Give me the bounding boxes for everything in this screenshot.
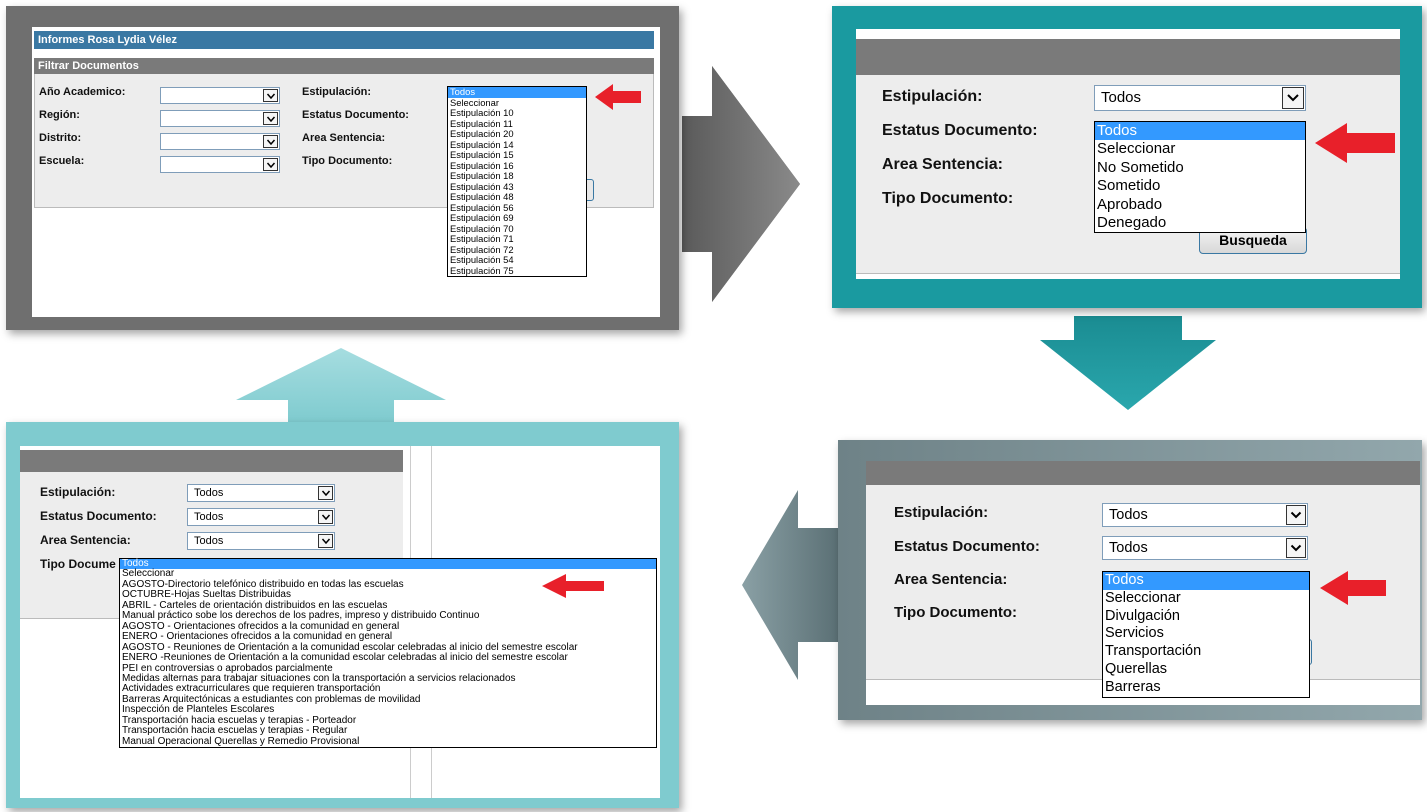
flow-arrow-right — [682, 66, 800, 302]
dropdown-option[interactable]: Estipulación 54 — [448, 254, 586, 266]
panel1-screen: Informes Rosa Lydia Vélez Filtrar Docume… — [32, 27, 660, 317]
red-pointer-arrow-icon — [595, 84, 641, 110]
label-area-sentencia: Area Sentencia: — [882, 156, 1003, 173]
label-estipulacion: Estipulación: — [882, 88, 983, 105]
label-estatus-documento: Estatus Documento: — [302, 109, 409, 121]
estipulacion-select[interactable]: Todos — [187, 484, 335, 502]
panel4-header-bar — [20, 450, 403, 472]
panel4-screen: Estipulación: Estatus Documento: Area Se… — [20, 446, 660, 798]
estatus-documento-select[interactable]: Todos — [1102, 536, 1308, 560]
panel1-section-bar: Filtrar Documentos — [34, 58, 654, 74]
estatus-documento-select-value: Todos — [194, 511, 224, 523]
panel2-header-bar — [856, 39, 1400, 75]
label-escuela: Escuela: — [39, 155, 85, 167]
label-area-sentencia: Area Sentencia: — [40, 533, 131, 547]
dropdown-option[interactable]: Divulgación — [1103, 608, 1309, 626]
estipulacion-select[interactable]: Todos — [1102, 503, 1308, 527]
flow-arrow-left — [742, 490, 840, 680]
label-region: Región: — [39, 109, 80, 121]
red-pointer-arrow-icon — [1315, 123, 1395, 163]
dropdown-option[interactable]: Servicios — [1103, 625, 1309, 643]
dropdown-option[interactable]: Estipulación 71 — [448, 233, 586, 245]
estipulacion-dropdown-list[interactable]: Todos Seleccionar Estipulación 10 Estipu… — [447, 86, 587, 277]
dropdown-option[interactable]: Estipulación 18 — [448, 170, 586, 182]
dropdown-option[interactable]: No Sometido — [1095, 159, 1305, 177]
dropdown-option[interactable]: Barreras — [1103, 679, 1309, 697]
dropdown-option[interactable]: Sometido — [1095, 177, 1305, 195]
distrito-select[interactable] — [160, 133, 280, 150]
label-estipulacion: Estipulación: — [302, 86, 372, 98]
dropdown-option[interactable]: Estipulación 15 — [448, 149, 586, 161]
dropdown-option[interactable]: Estipulación 48 — [448, 191, 586, 203]
flow-arrow-down — [1040, 316, 1216, 410]
dropdown-option[interactable]: Todos — [120, 558, 656, 570]
estatus-documento-select-value: Todos — [1109, 540, 1148, 556]
dropdown-option[interactable]: Estipulación 69 — [448, 212, 586, 224]
dropdown-option[interactable]: Denegado — [1095, 214, 1305, 232]
panel1-section-title: Filtrar Documentos — [38, 60, 139, 72]
panel3-screen: Estipulación: Estatus Documento: Area Se… — [866, 461, 1420, 705]
dropdown-option[interactable]: Estipulación 20 — [448, 128, 586, 140]
label-distrito: Distrito: — [39, 132, 82, 144]
dropdown-option[interactable]: ENERO -Reuniones de Orientación a la com… — [120, 652, 656, 663]
estipulacion-select-value: Todos — [194, 487, 224, 499]
label-tipo-documento: Tipo Documento: — [894, 604, 1018, 621]
label-area-sentencia: Area Sentencia: — [302, 132, 386, 144]
label-estatus-documento: Estatus Documento: — [882, 122, 1038, 139]
estipulacion-select-value: Todos — [1101, 89, 1142, 106]
red-pointer-arrow-icon — [542, 574, 604, 598]
dropdown-option[interactable]: Seleccionar — [1095, 140, 1305, 158]
label-tipo-documento: Tipo Documento: — [302, 155, 393, 167]
ano-academico-select[interactable] — [160, 87, 280, 104]
region-select[interactable] — [160, 110, 280, 127]
panel2-screen: Estipulación: Estatus Documento: Area Se… — [856, 29, 1400, 279]
dropdown-option[interactable]: Transportación — [1103, 643, 1309, 661]
dropdown-option[interactable]: Estipulación 75 — [448, 265, 586, 277]
dropdown-option[interactable]: Seleccionar — [1103, 590, 1309, 608]
dropdown-option[interactable]: Todos — [1095, 122, 1305, 141]
red-pointer-arrow-icon — [1320, 571, 1386, 605]
label-estatus-documento: Estatus Documento: — [894, 538, 1040, 555]
label-area-sentencia: Area Sentencia: — [894, 571, 1008, 588]
label-ano-academico: Año Academico: — [39, 86, 126, 98]
estipulacion-select[interactable]: Todos — [1094, 85, 1306, 111]
panel1-title-bar: Informes Rosa Lydia Vélez — [34, 31, 654, 49]
dropdown-option[interactable]: Aprobado — [1095, 196, 1305, 214]
estatus-documento-dropdown-list[interactable]: Todos Seleccionar No Sometido Sometido A… — [1094, 121, 1306, 234]
estipulacion-select-value: Todos — [1109, 507, 1148, 523]
estatus-documento-select[interactable]: Todos — [187, 508, 335, 526]
dropdown-option[interactable]: Todos — [448, 86, 586, 98]
dropdown-option[interactable]: Todos — [1103, 572, 1309, 590]
dropdown-option[interactable]: Querellas — [1103, 661, 1309, 679]
dropdown-option[interactable]: Manual Operacional Querellas y Remedio P… — [120, 736, 656, 747]
area-sentencia-select[interactable]: Todos — [187, 532, 335, 550]
busqueda-button-label: Busqueda — [1219, 232, 1287, 248]
label-tipo-documento: Tipo Docume — [40, 557, 116, 571]
area-sentencia-dropdown-list[interactable]: Todos Seleccionar Divulgación Servicios … — [1102, 571, 1310, 698]
area-sentencia-select-value: Todos — [194, 535, 224, 547]
label-estipulacion: Estipulación: — [40, 485, 116, 499]
escuela-select[interactable] — [160, 156, 280, 173]
dropdown-option[interactable]: Estipulación 10 — [448, 107, 586, 119]
flow-arrow-up — [236, 348, 446, 422]
panel3-header-bar — [866, 461, 1420, 485]
label-estatus-documento: Estatus Documento: — [40, 509, 157, 523]
panel1-title: Informes Rosa Lydia Vélez — [38, 34, 177, 46]
label-tipo-documento: Tipo Documento: — [882, 190, 1014, 207]
label-estipulacion: Estipulación: — [894, 504, 989, 521]
